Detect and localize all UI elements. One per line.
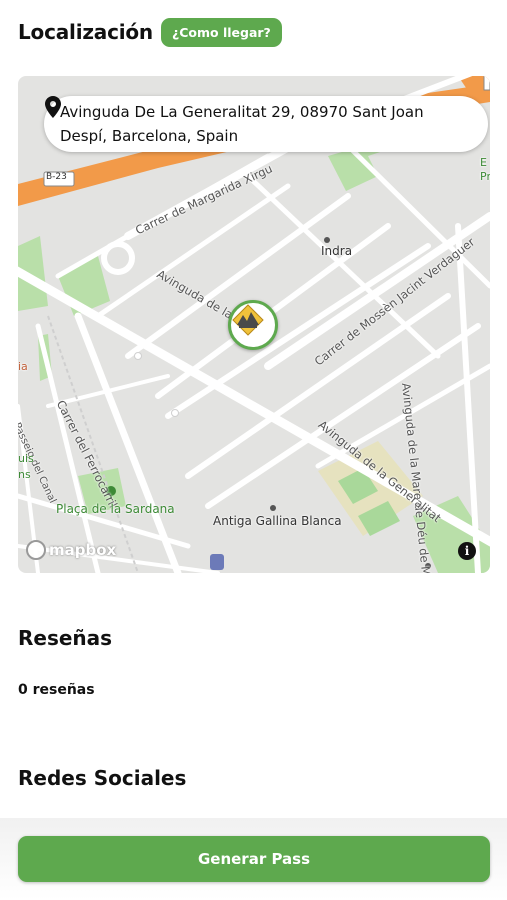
road-shield-label: B-23 <box>46 172 67 182</box>
venue-marker[interactable] <box>228 300 278 350</box>
map-label-edge-left-b: uis <box>18 452 34 465</box>
reviews-count: 0 reseñas <box>18 682 95 698</box>
address-text: Avinguda De La Generalitat 29, 08970 San… <box>60 103 424 145</box>
mapbox-wordmark: mapbox <box>49 541 117 559</box>
reviews-title: Reseñas <box>18 626 113 650</box>
location-header: Localización ¿Como llegar? <box>18 14 489 50</box>
social-title: Redes Sociales <box>18 766 187 790</box>
address-card: Avinguda De La Generalitat 29, 08970 San… <box>44 96 488 152</box>
generate-pass-button[interactable]: Generar Pass <box>18 836 490 882</box>
info-icon[interactable]: i <box>458 542 476 560</box>
location-title: Localización <box>18 20 153 44</box>
map-view[interactable]: B-23 Carrer de Margarida Xirgu Avinguda … <box>18 76 490 573</box>
venue-logo-icon <box>232 304 264 336</box>
map-label-edge-left-a: ia <box>18 360 28 373</box>
directions-button[interactable]: ¿Como llegar? <box>160 17 282 47</box>
location-pin-icon <box>45 96 61 118</box>
map-label-placa-sardana: Plaça de la Sardana <box>56 502 175 516</box>
map-label-edge-left-c: ns <box>18 468 31 481</box>
map-label-antiga-gallina: Antiga Gallina Blanca <box>213 514 342 528</box>
map-label-edge-right: E Pr <box>480 156 490 183</box>
mapbox-logo-icon <box>26 540 46 560</box>
mapbox-attribution[interactable]: mapbox <box>26 540 116 560</box>
map-label-indra: Indra <box>321 244 353 258</box>
